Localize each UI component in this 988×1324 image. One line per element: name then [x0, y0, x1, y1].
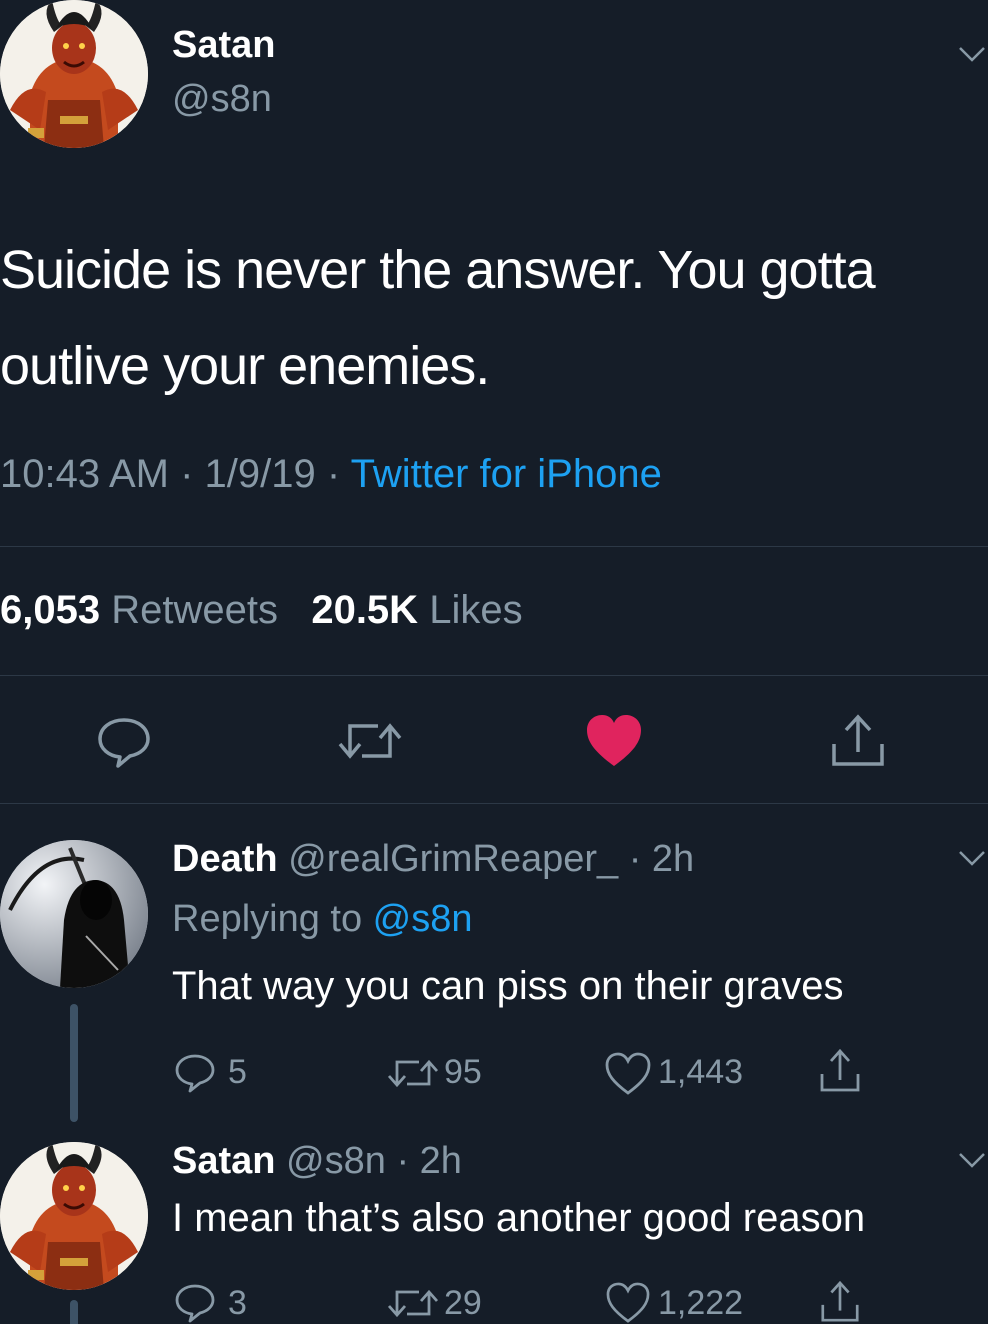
share-icon[interactable]	[818, 1280, 862, 1324]
tweet-source-link[interactable]: Twitter for iPhone	[351, 452, 662, 496]
reply-text: I mean that’s also another good reason	[172, 1196, 866, 1240]
retweets-label: Retweets	[111, 588, 278, 632]
replying-to-handle[interactable]: @s8n	[373, 898, 473, 940]
retweets-count: 6,053	[0, 588, 101, 632]
author-avatar[interactable]	[0, 0, 148, 148]
author-name[interactable]: Satan	[172, 24, 275, 67]
like-count: 1,222	[658, 1284, 744, 1322]
retweet-count: 95	[444, 1053, 482, 1091]
thread-connector-line	[70, 1004, 78, 1122]
tweet-text: Suicide is never the answer. You gotta o…	[0, 240, 876, 396]
reply-author-avatar[interactable]	[0, 840, 148, 988]
devil-avatar-icon	[0, 0, 148, 148]
share-icon[interactable]	[830, 712, 886, 770]
divider	[0, 803, 988, 804]
devil-avatar-icon	[0, 1142, 148, 1290]
reply-header: Death @realGrimReaper_ · 2h	[172, 838, 694, 881]
chevron-down-icon[interactable]	[958, 850, 986, 866]
reply-count: 5	[228, 1053, 247, 1091]
divider	[0, 546, 988, 547]
like-heart-icon[interactable]	[585, 714, 643, 768]
retweet-icon[interactable]	[386, 1284, 440, 1322]
tweet-timestamp: 10:43 AM · 1/9/19 ·	[0, 452, 351, 496]
like-heart-icon[interactable]	[604, 1052, 652, 1096]
retweet-count: 29	[444, 1284, 482, 1322]
reply-author-meta: @s8n · 2h	[286, 1140, 462, 1182]
likes-stat[interactable]: 20.5K Likes	[311, 588, 522, 632]
reply-icon[interactable]	[174, 1052, 216, 1094]
likes-count: 20.5K	[311, 588, 419, 632]
replying-to-label: Replying to	[172, 898, 373, 940]
reply-author-name[interactable]: Satan	[172, 1140, 275, 1182]
reply-icon[interactable]	[174, 1282, 216, 1324]
reply-icon[interactable]	[96, 714, 152, 770]
tweet-detail-screen: Satan @s8n Suicide is never the answer. …	[0, 0, 988, 1324]
chevron-down-icon[interactable]	[958, 46, 986, 62]
retweet-icon[interactable]	[336, 716, 404, 766]
grim-reaper-avatar-icon	[0, 840, 148, 988]
retweets-stat[interactable]: 6,053 Retweets	[0, 588, 278, 632]
replying-to-line: Replying to @s8n	[172, 898, 473, 941]
reply-author-meta: @realGrimReaper_ · 2h	[288, 838, 695, 880]
like-heart-icon[interactable]	[604, 1282, 652, 1324]
reply-text: That way you can piss on their graves	[172, 964, 844, 1008]
reply-header: Satan @s8n · 2h	[172, 1140, 462, 1183]
thread-connector-line	[70, 1300, 78, 1324]
like-count: 1,443	[658, 1053, 744, 1091]
share-icon[interactable]	[818, 1048, 862, 1094]
tweet-stats: 6,053 Retweets 20.5K Likes	[0, 588, 523, 633]
retweet-icon[interactable]	[386, 1054, 440, 1092]
likes-label: Likes	[429, 588, 523, 632]
divider	[0, 675, 988, 676]
tweet-metadata: 10:43 AM · 1/9/19 · Twitter for iPhone	[0, 452, 662, 497]
author-handle[interactable]: @s8n	[172, 78, 272, 121]
reply-author-avatar[interactable]	[0, 1142, 148, 1290]
reply-count: 3	[228, 1284, 247, 1322]
chevron-down-icon[interactable]	[958, 1152, 986, 1168]
reply-author-name[interactable]: Death	[172, 838, 278, 880]
